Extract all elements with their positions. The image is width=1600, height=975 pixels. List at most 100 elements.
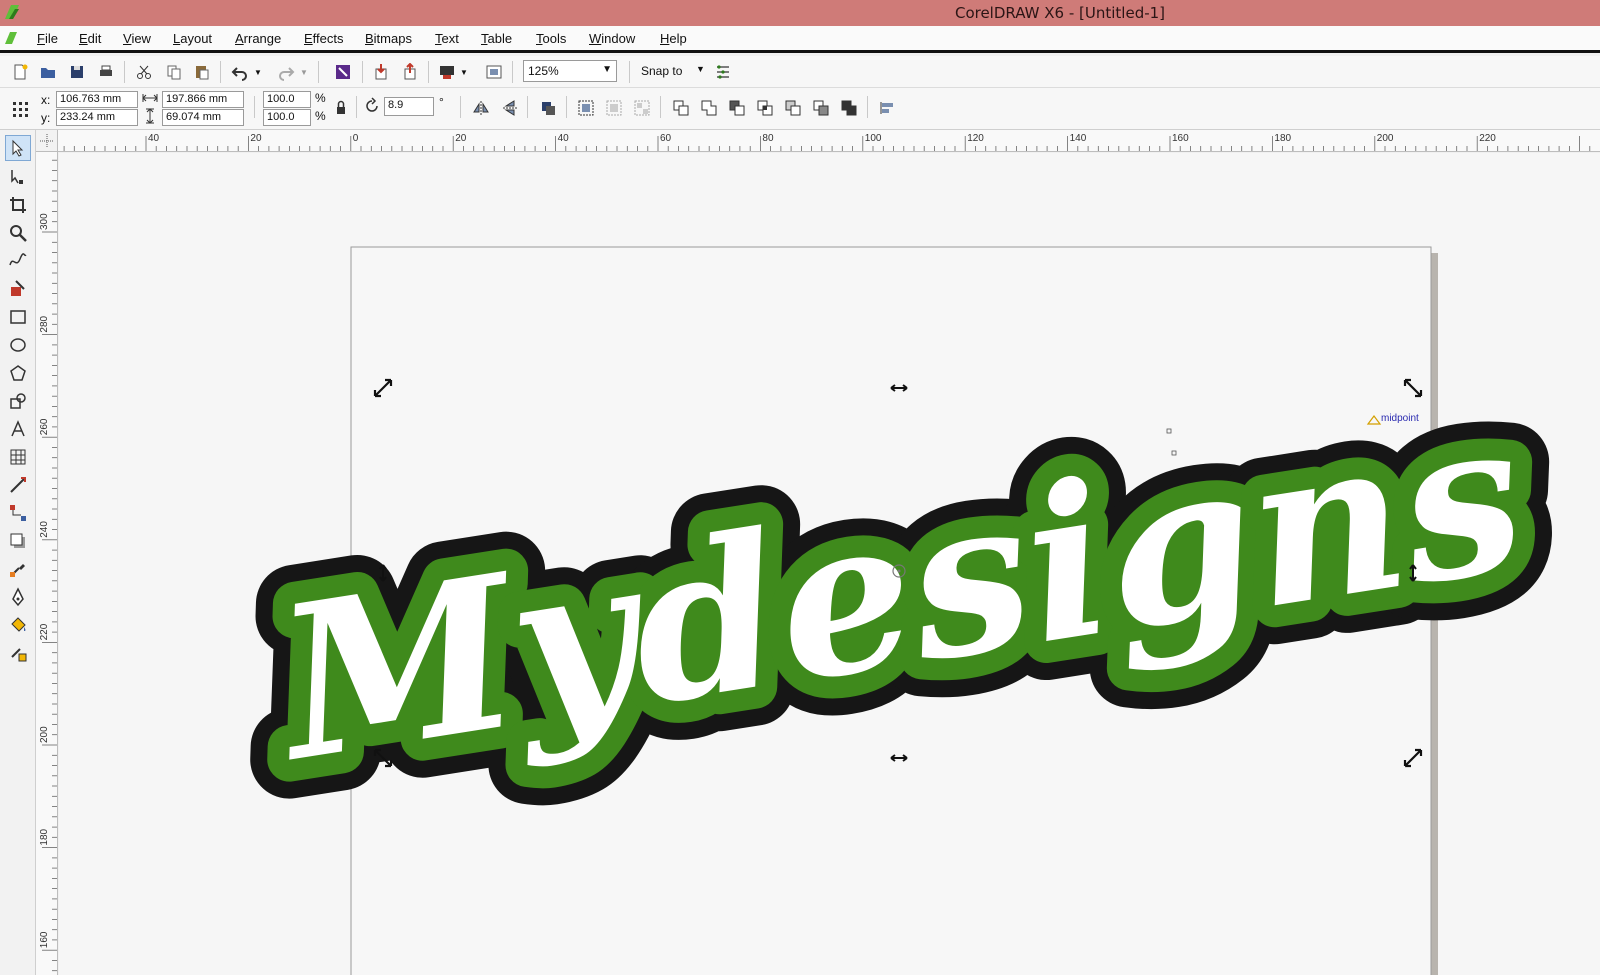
menu-table[interactable]: Table <box>481 31 512 46</box>
menu-arrange[interactable]: Arrange <box>235 31 281 46</box>
smart-fill-tool-icon[interactable] <box>5 276 31 302</box>
lock-ratio-icon[interactable] <box>331 98 351 118</box>
toolbar-separator <box>428 61 429 83</box>
toolbar-separator <box>220 61 221 83</box>
paste-icon[interactable] <box>190 60 214 84</box>
ruler-origin-corner[interactable] <box>36 130 58 152</box>
mirror-vertical-icon[interactable] <box>498 96 522 120</box>
menu-tools[interactable]: Tools <box>536 31 566 46</box>
interactive-fill-tool-icon[interactable] <box>5 640 31 666</box>
ruler-label: 120 <box>967 133 984 144</box>
shape-tool-icon[interactable] <box>5 164 31 190</box>
menu-bar: File Edit View Layout Arrange Effects Bi… <box>0 26 1600 53</box>
menu-layout[interactable]: Layout <box>173 31 212 46</box>
undo-dropdown-icon[interactable]: ▼ <box>252 60 264 84</box>
copy-icon[interactable] <box>162 60 186 84</box>
property-bar: x: y: 106.763 mm 233.24 mm 197.866 mm 69… <box>0 88 1600 130</box>
menu-view[interactable]: View <box>123 31 151 46</box>
drop-shadow-tool-icon[interactable] <box>5 528 31 554</box>
zoom-level-value: 125% <box>528 64 559 78</box>
redo-icon[interactable] <box>274 60 298 84</box>
front-minus-back-icon[interactable] <box>809 96 833 120</box>
combine-icon[interactable] <box>669 96 693 120</box>
freehand-tool-icon[interactable] <box>5 248 31 274</box>
ruler-label: 80 <box>762 133 774 144</box>
ruler-label: 220 <box>39 623 50 640</box>
snap-to-label[interactable]: Snap to <box>641 64 682 78</box>
text-tool-icon[interactable] <box>5 416 31 442</box>
y-position-field[interactable]: 233.24 mm <box>56 109 138 126</box>
group-icon[interactable] <box>574 96 598 120</box>
table-tool-icon[interactable] <box>5 444 31 470</box>
publish-pdf-icon[interactable] <box>435 60 459 84</box>
rectangle-tool-icon[interactable] <box>5 304 31 330</box>
dimension-tool-icon[interactable] <box>5 472 31 498</box>
scale-height-field[interactable]: 100.0 <box>263 109 311 126</box>
wrap-text-icon[interactable] <box>536 96 560 120</box>
print-icon[interactable] <box>94 60 118 84</box>
import-icon[interactable] <box>369 60 393 84</box>
object-origin-icon[interactable] <box>8 97 32 121</box>
new-document-icon[interactable] <box>8 60 32 84</box>
toolbar-separator <box>512 61 513 83</box>
scale-width-field[interactable]: 100.0 <box>263 91 311 108</box>
search-content-icon[interactable] <box>331 60 355 84</box>
options-icon[interactable] <box>711 60 735 84</box>
redo-dropdown-icon[interactable]: ▼ <box>298 60 310 84</box>
menu-text[interactable]: Text <box>435 31 459 46</box>
window-title: CorelDRAW X6 - [Untitled-1] <box>954 4 1166 22</box>
trim-icon[interactable] <box>725 96 749 120</box>
undo-icon[interactable] <box>228 60 252 84</box>
cut-icon[interactable] <box>132 60 156 84</box>
menu-window[interactable]: Window <box>589 31 635 46</box>
vertical-ruler[interactable]: 300 280 260 240 220 200 180 160 <box>36 152 58 975</box>
ellipse-tool-icon[interactable] <box>5 332 31 358</box>
crop-tool-icon[interactable] <box>5 192 31 218</box>
x-position-field[interactable]: 106.763 mm <box>56 91 138 108</box>
align-distribute-icon[interactable] <box>875 96 899 120</box>
outline-pen-tool-icon[interactable] <box>5 584 31 610</box>
basic-shapes-tool-icon[interactable] <box>5 388 31 414</box>
zoom-level-select[interactable]: 125% ▼ <box>523 60 617 82</box>
intersect-icon[interactable] <box>753 96 777 120</box>
menu-effects[interactable]: Effects <box>304 31 344 46</box>
zoom-tool-icon[interactable] <box>5 220 31 246</box>
back-minus-front-icon[interactable] <box>837 96 861 120</box>
simplify-icon[interactable] <box>781 96 805 120</box>
connector-tool-icon[interactable] <box>5 500 31 526</box>
document-menu-icon[interactable] <box>3 30 19 46</box>
toolbar-separator <box>254 96 255 118</box>
menu-help[interactable]: Help <box>660 31 687 46</box>
y-label: y: <box>41 111 51 125</box>
weld-icon[interactable] <box>697 96 721 120</box>
save-icon[interactable] <box>65 60 89 84</box>
ruler-label: 40 <box>148 133 160 144</box>
drawing-canvas[interactable]: Mydesigns Mydesigns Mydesigns midpoint <box>59 153 1600 975</box>
width-field[interactable]: 197.866 mm <box>162 91 244 108</box>
rotation-angle-field[interactable]: 8.9 <box>384 97 434 116</box>
fill-tool-icon[interactable] <box>5 612 31 638</box>
menu-file[interactable]: File <box>37 31 58 46</box>
width-icon <box>140 89 160 107</box>
polygon-tool-icon[interactable] <box>5 360 31 386</box>
pick-tool-icon[interactable] <box>5 135 31 161</box>
height-field[interactable]: 69.074 mm <box>162 109 244 126</box>
welcome-screen-icon[interactable] <box>482 60 506 84</box>
ruler-label: 140 <box>1070 133 1087 144</box>
eyedropper-tool-icon[interactable] <box>5 556 31 582</box>
horizontal-ruler[interactable]: 40 20 0 20 40 60 80 100 120 140 160 180 200 220 <box>58 130 1600 152</box>
mirror-horizontal-icon[interactable] <box>469 96 493 120</box>
ruler-label: 180 <box>1274 133 1291 144</box>
menu-bitmaps[interactable]: Bitmaps <box>365 31 412 46</box>
ruler-label: 240 <box>39 521 50 538</box>
snap-to-dropdown-icon[interactable]: ▼ <box>696 64 705 74</box>
toolbar-separator <box>460 96 461 118</box>
launcher-dropdown-icon[interactable]: ▼ <box>458 60 470 84</box>
degree-sign: ° <box>439 95 444 109</box>
ungroup-icon[interactable] <box>602 96 626 120</box>
percent-sign: % <box>315 109 326 123</box>
export-icon[interactable] <box>398 60 422 84</box>
ungroup-all-icon[interactable] <box>630 96 654 120</box>
menu-edit[interactable]: Edit <box>79 31 101 46</box>
open-folder-icon[interactable] <box>36 60 60 84</box>
